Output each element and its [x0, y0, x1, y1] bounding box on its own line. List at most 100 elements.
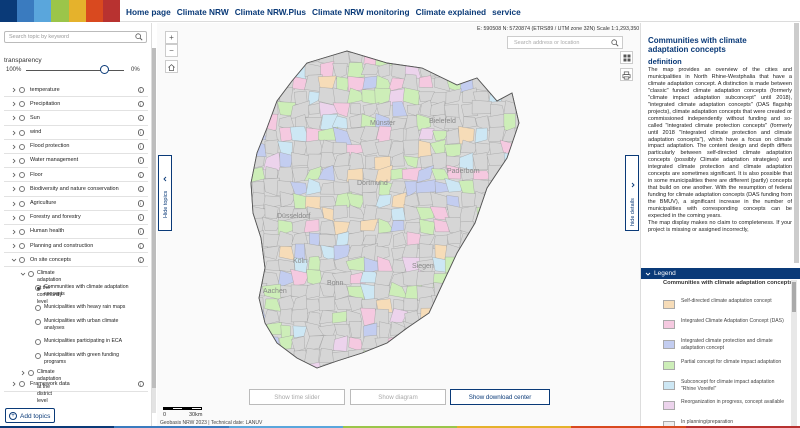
municipality-patch[interactable] [475, 297, 490, 314]
municipality-patch[interactable] [431, 349, 446, 366]
municipality-patch[interactable] [248, 113, 266, 132]
municipality-patch[interactable] [434, 336, 448, 349]
municipality-patch[interactable] [501, 361, 520, 377]
municipality-patch[interactable] [264, 322, 282, 335]
municipality-patch[interactable] [377, 362, 394, 378]
municipality-patch[interactable] [504, 310, 517, 327]
municipality-patch[interactable] [303, 219, 320, 233]
chevron-right-icon[interactable] [11, 114, 17, 122]
municipality-patch[interactable] [501, 321, 519, 338]
legend-header[interactable]: Legend [641, 268, 800, 279]
municipality-patch[interactable] [488, 334, 503, 353]
layer-urban-climate[interactable]: Municipalities with urban climate analys… [44, 318, 140, 333]
search-icon[interactable] [135, 33, 143, 41]
municipality-patch[interactable] [318, 348, 335, 363]
topic-item[interactable]: Agriculture i [4, 197, 148, 211]
municipality-patch[interactable] [318, 234, 337, 247]
topic-radio[interactable] [19, 101, 25, 108]
municipality-patch[interactable] [432, 311, 447, 327]
municipality-patch[interactable] [471, 99, 492, 115]
info-icon[interactable]: i [137, 114, 144, 122]
chevron-right-icon[interactable] [11, 214, 17, 222]
radio-eca[interactable] [35, 339, 41, 345]
municipality-patch[interactable] [505, 350, 519, 361]
municipality-patch[interactable] [290, 360, 307, 374]
municipality-patch[interactable] [391, 207, 406, 221]
info-icon[interactable]: i [137, 228, 144, 235]
radio-district-level[interactable] [28, 370, 34, 376]
municipality-patch[interactable] [473, 243, 488, 262]
chevron-right-icon[interactable] [11, 129, 17, 137]
municipality-patch[interactable] [262, 90, 282, 104]
municipality-patch[interactable] [499, 179, 518, 193]
municipality-patch[interactable] [487, 311, 505, 326]
municipality-patch[interactable] [444, 309, 463, 326]
info-icon[interactable]: i [137, 171, 144, 179]
municipality-patch[interactable] [515, 335, 533, 352]
municipality-patch[interactable] [362, 75, 378, 90]
municipality-patch[interactable] [472, 231, 490, 249]
municipality-patch[interactable] [489, 75, 506, 92]
topic-radio[interactable] [19, 143, 25, 150]
municipality-patch[interactable] [502, 60, 517, 78]
municipality-patch[interactable] [391, 360, 408, 377]
municipality-patch[interactable] [514, 86, 534, 105]
topic-item-on-site[interactable]: On site concepts i [4, 253, 148, 268]
municipality-patch[interactable] [459, 50, 475, 67]
topic-radio[interactable] [19, 257, 25, 264]
municipality-patch[interactable] [501, 336, 517, 354]
municipality-patch[interactable] [517, 269, 531, 289]
municipality-patch[interactable] [514, 233, 534, 246]
municipality-patch[interactable] [430, 294, 451, 314]
municipality-patch[interactable] [402, 269, 419, 288]
municipality-patch[interactable] [248, 349, 266, 362]
topic-radio[interactable] [19, 186, 25, 193]
chevron-right-icon[interactable] [11, 200, 17, 208]
topic-item[interactable]: Precipitation i [4, 97, 148, 112]
municipality-patch[interactable] [514, 61, 532, 77]
municipality-patch[interactable] [487, 247, 503, 259]
info-icon[interactable]: i [137, 256, 144, 264]
municipality-patch[interactable] [459, 338, 475, 351]
municipality-patch[interactable] [430, 48, 448, 65]
municipality-patch[interactable] [473, 311, 492, 327]
layer-heavy-rain[interactable]: Municipalities with heavy rain maps [44, 304, 140, 311]
municipality-patch[interactable] [457, 297, 477, 310]
municipality-patch[interactable] [516, 206, 531, 222]
municipality-patch[interactable] [487, 322, 506, 339]
municipality-patch[interactable] [276, 364, 294, 379]
municipality-patch[interactable] [500, 192, 518, 205]
municipality-patch[interactable] [319, 196, 337, 208]
municipality-patch[interactable] [433, 282, 449, 297]
municipality-patch[interactable] [486, 217, 506, 235]
municipality-patch[interactable] [444, 49, 460, 65]
home-button[interactable] [165, 60, 178, 73]
topic-radio[interactable] [19, 157, 25, 164]
municipality-patch[interactable] [418, 75, 434, 88]
municipality-patch[interactable] [402, 139, 421, 156]
municipality-patch[interactable] [359, 139, 380, 156]
topic-item[interactable]: Planning and construction i [4, 239, 148, 254]
municipality-patch[interactable] [490, 60, 506, 81]
legend-scrollbar[interactable] [791, 280, 797, 428]
municipality-patch[interactable] [444, 64, 462, 78]
municipality-patch[interactable] [514, 157, 534, 170]
municipality-patch[interactable] [362, 192, 378, 208]
address-search-input[interactable]: Search address or location [507, 36, 623, 49]
radio-urban-climate[interactable] [35, 319, 41, 325]
municipality-patch[interactable] [447, 321, 460, 336]
nrw-map[interactable]: Münster Bielefeld Dortmund Düsseldorf Kö… [157, 23, 640, 428]
municipality-patch[interactable] [476, 269, 493, 288]
municipality-patch[interactable] [332, 310, 348, 324]
municipality-patch[interactable] [520, 245, 532, 261]
municipality-patch[interactable] [249, 87, 264, 103]
chevron-right-icon[interactable] [11, 100, 17, 108]
search-icon[interactable] [611, 39, 619, 47]
transparency-slider-handle[interactable] [99, 65, 109, 74]
info-icon[interactable]: i [137, 143, 144, 150]
municipality-patch[interactable] [252, 333, 269, 353]
chevron-down-icon[interactable] [11, 256, 17, 264]
chevron-right-icon[interactable] [11, 185, 17, 193]
municipality-patch[interactable] [515, 192, 530, 210]
municipality-patch[interactable] [348, 362, 366, 375]
